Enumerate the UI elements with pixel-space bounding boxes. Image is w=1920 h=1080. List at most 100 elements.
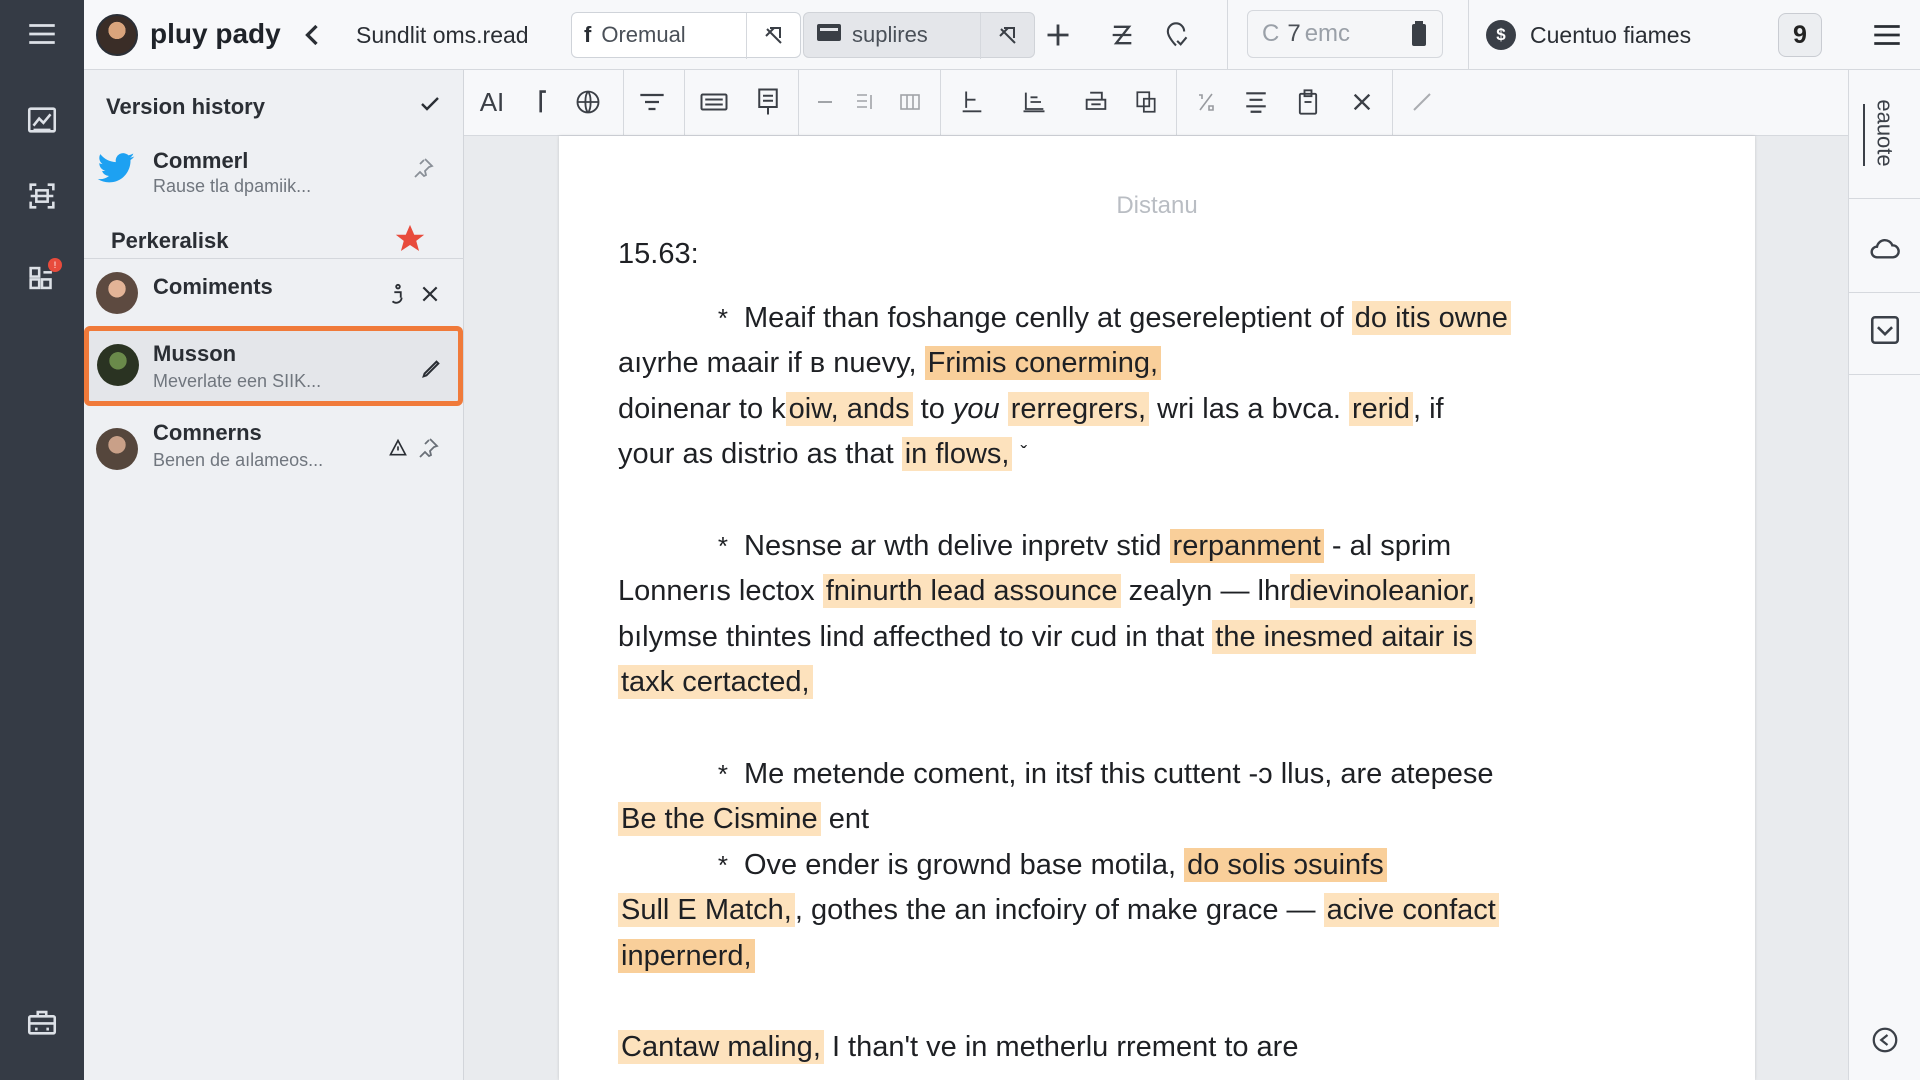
document-body[interactable]: 15.63: * Meaif than foshange cenlly at ge… <box>618 232 1718 1071</box>
indent-decrease-icon[interactable] <box>808 84 844 120</box>
paragraph: * Meaif than foshange cenlly at geserelep… <box>618 296 1718 478</box>
document-page[interactable]: Distanu 15.63: * Meaif than foshange cenl… <box>559 136 1755 1080</box>
tab-oremual[interactable]: f Oremual <box>571 12 801 59</box>
avatar <box>96 272 138 314</box>
hamburger-menu-icon[interactable] <box>18 10 66 58</box>
text-run: zealyn — lhr <box>1128 575 1290 607</box>
counter-prefix: C <box>1262 20 1280 47</box>
user-avatar[interactable] <box>96 14 138 56</box>
vertical-tab-label: eauote <box>1873 99 1899 167</box>
text-run: Meaif than foshange cenlly at geserelept… <box>744 301 1344 334</box>
highlight[interactable]: dievinoleanior, <box>1289 574 1476 608</box>
facebook-icon: f <box>584 22 592 47</box>
highlight[interactable]: acive confact <box>1323 893 1499 927</box>
tab-suplires[interactable]: suplires <box>803 12 1035 59</box>
page-break-icon[interactable] <box>954 84 990 120</box>
paragraph: * Nesnse ar wth delive inpretv stid rerpa… <box>618 524 1718 706</box>
clipboard-icon[interactable] <box>1290 84 1326 120</box>
highlight[interactable]: Cantaw maling, <box>618 1030 824 1064</box>
highlight[interactable]: rerid <box>1348 391 1413 426</box>
highlight[interactable]: Frimis conerming, <box>924 346 1162 380</box>
notification-badge: ! <box>48 258 62 272</box>
accessibility-icon[interactable] <box>384 280 412 308</box>
list-item[interactable]: Comiments <box>84 260 464 326</box>
vertical-tab[interactable]: eauote <box>1863 88 1907 178</box>
briefcase-icon[interactable] <box>18 998 66 1046</box>
align-center-icon[interactable] <box>1238 84 1274 120</box>
unpin-icon[interactable] <box>746 13 800 59</box>
text-run: Ove ender is grownd base motila, <box>744 848 1176 881</box>
paragraph: Cantaw maling, I than't ve in metherlu r… <box>618 1025 1718 1071</box>
fraction-icon[interactable] <box>1188 84 1224 120</box>
item-title: Comnerns <box>153 420 262 445</box>
highlight[interactable]: the inesmed aitair is <box>1212 619 1477 654</box>
bracket-icon[interactable] <box>524 84 560 120</box>
list-item[interactable]: Comnerns Benen de aılameos... <box>84 408 464 488</box>
add-icon[interactable] <box>1040 17 1076 53</box>
highlight[interactable]: do itis owne <box>1351 300 1511 335</box>
item-subtitle: Meverlate een SIIK... <box>153 371 322 391</box>
currency-icon: $ <box>1486 20 1516 50</box>
highlight[interactable]: inpernerd, <box>618 938 755 973</box>
close-icon[interactable] <box>1344 84 1380 120</box>
star-icon[interactable] <box>392 222 428 261</box>
close-icon[interactable] <box>416 280 444 308</box>
folder-icon <box>816 21 842 49</box>
tab-label: Oremual <box>601 22 686 47</box>
back-chevron-icon[interactable] <box>298 20 326 50</box>
scan-frame-icon[interactable] <box>18 172 66 220</box>
document-icon[interactable] <box>750 84 786 120</box>
highlight[interactable]: oiw, ands <box>785 391 913 426</box>
notification-count-badge[interactable]: 9 <box>1778 13 1822 57</box>
keyboard-icon[interactable] <box>696 84 732 120</box>
panel-header: Version history <box>84 70 464 142</box>
document-date: 15.63: <box>618 238 699 270</box>
indent-increase-icon[interactable] <box>848 84 884 120</box>
chart-panel-icon[interactable] <box>18 96 66 144</box>
selected-version-item[interactable]: Musson Meverlate een SIIK... <box>84 326 463 406</box>
highlight[interactable]: taxk certacted, <box>618 665 813 699</box>
highlight[interactable]: do solis ɔsuinfs <box>1184 847 1387 882</box>
document-title: Sundlit oms.read <box>356 22 529 48</box>
insert-table-icon[interactable] <box>1016 84 1052 120</box>
globe-icon[interactable] <box>570 84 606 120</box>
avatar <box>97 344 139 386</box>
print-icon[interactable] <box>1078 84 1114 120</box>
strikethrough-icon[interactable] <box>1104 17 1140 53</box>
version-history-panel: Version history Commerl Rause tla dpamii… <box>84 70 464 1080</box>
ai-button[interactable]: AI <box>474 84 510 120</box>
pin-icon[interactable] <box>414 434 442 462</box>
highlight[interactable]: rerregrers, <box>1007 391 1150 426</box>
inbox-download-icon[interactable] <box>1867 312 1903 348</box>
twitter-icon <box>96 152 136 191</box>
apps-icon[interactable]: ! <box>18 254 66 302</box>
list-item[interactable]: Commerl Rause tla dpamiik... <box>84 136 464 210</box>
text-run: - al sprim <box>1331 529 1452 562</box>
text-run: , if <box>1412 392 1444 425</box>
menu-icon[interactable] <box>1870 18 1904 52</box>
highlight[interactable]: Sull E Match, <box>618 893 795 927</box>
highlight[interactable]: fninurth lead assounce <box>822 574 1121 608</box>
highlight[interactable]: rerpanment <box>1169 528 1324 563</box>
columns-icon[interactable] <box>892 84 928 120</box>
copy-icon[interactable] <box>1128 84 1164 120</box>
counter-field[interactable]: C 7 emc <box>1247 10 1443 58</box>
bullet: * <box>717 758 728 789</box>
edit-pencil-icon[interactable] <box>417 355 445 383</box>
unpin-icon[interactable] <box>980 13 1034 59</box>
pen-icon[interactable] <box>1404 84 1440 120</box>
text-run: , gothes the an incfoiry of make grace — <box>794 894 1316 926</box>
location-check-icon[interactable] <box>1158 17 1194 53</box>
cloud-icon[interactable] <box>1867 230 1903 266</box>
warning-icon[interactable] <box>384 434 412 462</box>
account-label[interactable]: Cuentuo fiames <box>1530 22 1691 49</box>
filter-icon[interactable] <box>634 84 670 120</box>
pin-icon[interactable] <box>409 154 437 182</box>
collapse-icon[interactable] <box>1867 1022 1903 1058</box>
check-icon[interactable] <box>418 92 442 121</box>
battery-icon <box>1410 21 1428 54</box>
highlight[interactable]: in flows, <box>901 437 1013 471</box>
bullet: * <box>717 530 728 561</box>
item-subtitle: Benen de aılameos... <box>153 450 324 470</box>
highlight[interactable]: Be the Cismine <box>618 802 821 836</box>
